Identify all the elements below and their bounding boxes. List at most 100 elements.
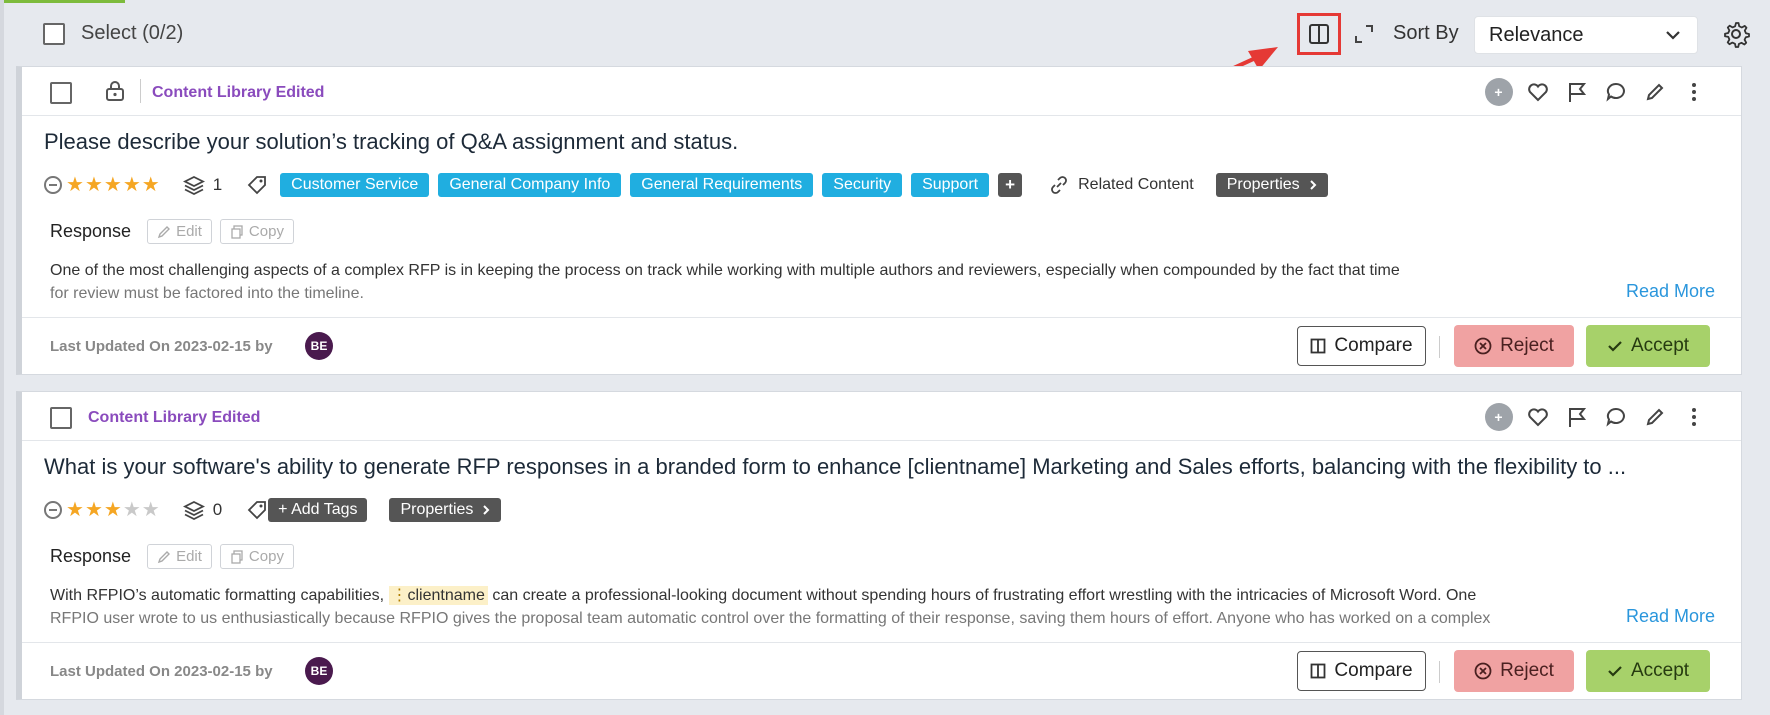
tag-chip[interactable]: Security [822, 173, 903, 197]
properties-button[interactable]: Properties [1215, 173, 1328, 197]
heart-icon [1527, 408, 1548, 427]
link-icon [1051, 176, 1068, 194]
response-line: RFPIO user wrote to us enthusiastically … [50, 610, 1491, 627]
more-options-button[interactable] [1674, 402, 1713, 432]
comment-button[interactable] [1596, 402, 1635, 432]
x-circle-icon [1474, 337, 1492, 355]
star-rating[interactable]: ★★★★★ [66, 175, 161, 196]
split-view-button[interactable] [1297, 13, 1341, 55]
response-header: Response Edit Copy [50, 544, 302, 569]
star-icon: ★ [122, 173, 141, 196]
select-all-checkbox[interactable] [43, 23, 65, 45]
accept-button[interactable]: Accept [1586, 325, 1710, 367]
star-icon: ★ [103, 498, 122, 521]
response-copy-button[interactable]: Copy [219, 219, 294, 244]
token-handle-icon: ⋮ [391, 587, 408, 604]
read-more-link[interactable]: Read More [1626, 281, 1715, 302]
related-content-link[interactable]: Related Content [1078, 176, 1194, 194]
tag-icon [247, 501, 267, 520]
card-actions: + [1479, 402, 1713, 432]
favorite-button[interactable] [1518, 77, 1557, 107]
linked-count: 0 [212, 500, 223, 519]
tag-chip[interactable]: General Company Info [438, 173, 622, 197]
response-edit-button[interactable]: Edit [147, 544, 212, 569]
reject-button[interactable]: Reject [1454, 650, 1574, 692]
tag-chip[interactable]: Customer Service [280, 173, 430, 197]
response-segment: With RFPIO’s automatic formatting capabi… [50, 587, 385, 604]
card-checkbox[interactable] [50, 82, 72, 104]
assign-button[interactable]: + [1479, 77, 1518, 107]
lock-icon[interactable] [104, 80, 126, 102]
layers-icon [182, 500, 205, 521]
response-text: With RFPIO’s automatic formatting capabi… [50, 584, 1660, 630]
tag-chip[interactable]: General Requirements [630, 173, 814, 197]
comment-button[interactable] [1596, 77, 1635, 107]
read-more-link[interactable]: Read More [1626, 606, 1715, 627]
expand-icon[interactable] [1352, 22, 1376, 46]
card-header: Content Library Edited + [22, 67, 1741, 116]
sort-by-label: Sort By [1393, 22, 1459, 44]
sort-select[interactable]: Relevance [1474, 16, 1698, 54]
properties-button[interactable]: Properties [389, 498, 502, 522]
accept-label: Accept [1630, 660, 1690, 681]
star-icon: ★ [84, 498, 103, 521]
edit-label: Edit [176, 548, 202, 565]
minus-circle-icon[interactable] [44, 176, 62, 194]
x-circle-icon [1474, 662, 1492, 680]
linked-count: 1 [212, 175, 223, 194]
add-tag-button[interactable]: + [998, 173, 1023, 197]
split-view-icon [1311, 663, 1326, 679]
response-label: Response [50, 221, 132, 241]
compare-label: Compare [1334, 660, 1413, 681]
add-user-icon: + [1484, 78, 1513, 106]
tag-chip[interactable]: Support [911, 173, 990, 197]
flag-button[interactable] [1557, 77, 1596, 107]
card-actions: + [1479, 77, 1713, 107]
edit-button[interactable] [1635, 402, 1674, 432]
avatar[interactable]: BE [305, 332, 333, 360]
sort-select-value: Relevance [1489, 24, 1584, 46]
gear-icon[interactable] [1722, 20, 1750, 48]
card-checkbox[interactable] [50, 407, 72, 429]
properties-label: Properties [400, 501, 474, 518]
check-icon [1608, 666, 1622, 677]
results-toolbar: Select (0/2) Sort By Relevance [0, 0, 1770, 66]
response-label: Response [50, 546, 132, 566]
comment-icon [1605, 407, 1625, 427]
compare-button[interactable]: Compare [1297, 651, 1426, 691]
reject-label: Reject [1500, 335, 1554, 356]
last-updated-text: Last Updated On 2023-02-15 by [50, 663, 273, 680]
compare-button[interactable]: Compare [1297, 326, 1426, 366]
more-vertical-icon [1691, 83, 1696, 101]
star-rating[interactable]: ★★★★★ [66, 500, 161, 521]
response-line: One of the most challenging aspects of a… [50, 262, 1400, 279]
avatar[interactable]: BE [305, 657, 333, 685]
more-options-button[interactable] [1674, 77, 1713, 107]
card-footer: Last Updated On 2023-02-15 by BE Compare… [22, 317, 1741, 376]
token-label: clientname [407, 587, 485, 604]
tag-icon [247, 176, 267, 195]
favorite-button[interactable] [1518, 402, 1557, 432]
add-tags-button[interactable]: + Add Tags [268, 498, 368, 522]
star-empty-icon: ★ [122, 498, 141, 521]
question-title[interactable]: What is your software's ability to gener… [44, 454, 1734, 480]
question-title[interactable]: Please describe your solution’s tracking… [44, 129, 1734, 155]
accept-button[interactable]: Accept [1586, 650, 1710, 692]
pencil-icon [157, 225, 171, 238]
copy-label: Copy [248, 548, 284, 565]
chevron-right-icon [1309, 180, 1317, 190]
edit-button[interactable] [1635, 77, 1674, 107]
reject-button[interactable]: Reject [1454, 325, 1574, 367]
response-copy-button[interactable]: Copy [219, 544, 294, 569]
assign-button[interactable]: + [1479, 402, 1518, 432]
flag-button[interactable] [1557, 402, 1596, 432]
response-segment: can create a professional-looking docume… [492, 587, 1477, 604]
response-edit-button[interactable]: Edit [147, 219, 212, 244]
flag-icon [1568, 83, 1586, 102]
compare-label: Compare [1334, 335, 1413, 356]
token-chip[interactable]: ⋮clientname [388, 586, 488, 605]
copy-label: Copy [248, 223, 284, 240]
star-empty-icon: ★ [141, 498, 160, 521]
minus-circle-icon[interactable] [44, 501, 62, 519]
star-icon: ★ [66, 498, 84, 521]
